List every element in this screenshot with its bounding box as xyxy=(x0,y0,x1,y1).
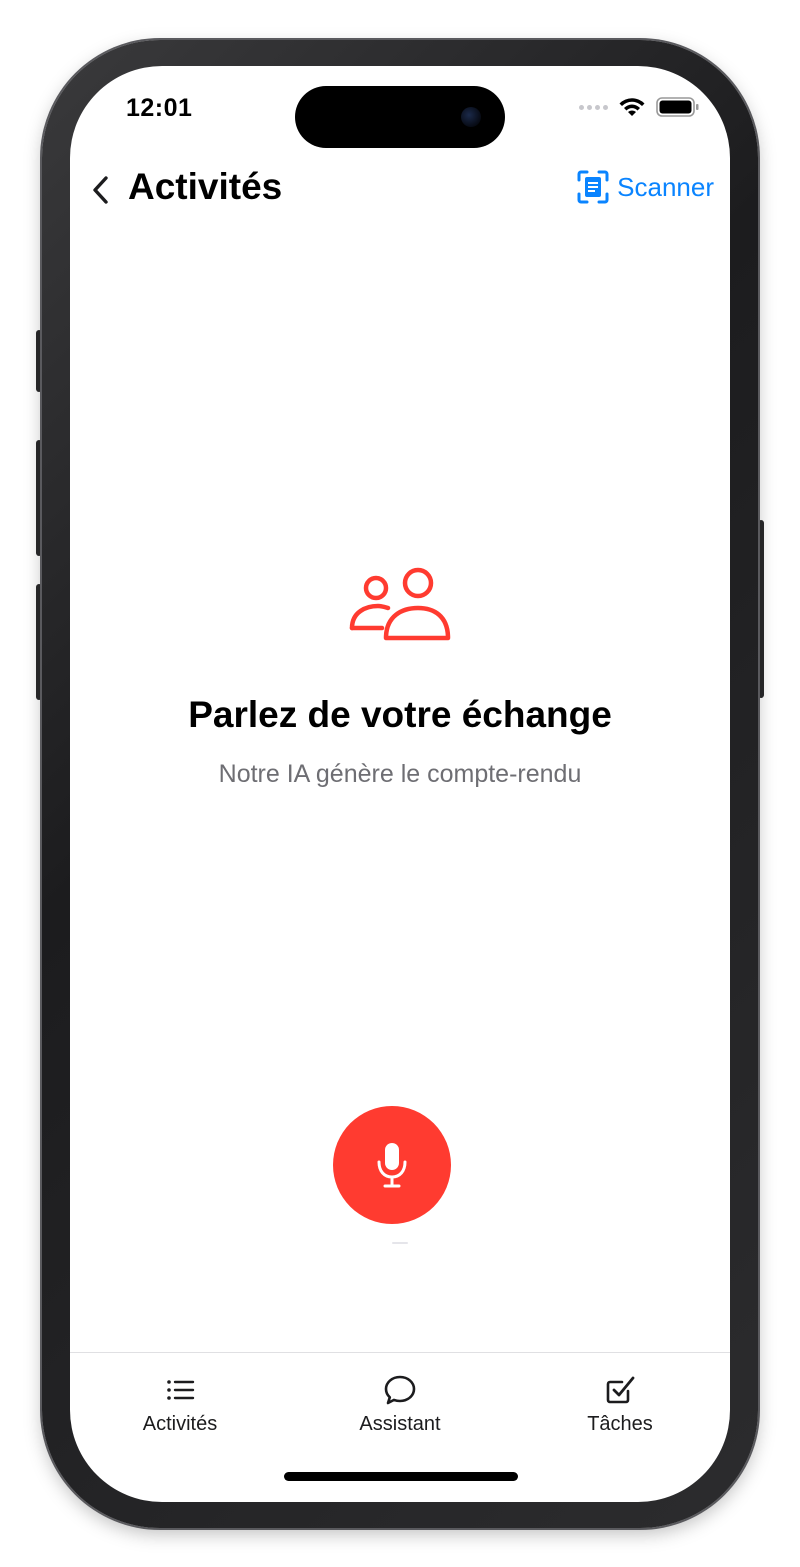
cellular-signal-icon xyxy=(579,104,608,110)
tab-label: Activités xyxy=(142,1413,218,1435)
tab-label: Assistant xyxy=(359,1413,441,1435)
empty-state: Parlez de votre échange Notre IA génère … xyxy=(70,566,730,789)
hero-subtitle: Notre IA génère le compte-rendu xyxy=(218,760,582,788)
microphone-icon xyxy=(377,1143,407,1188)
wifi-icon xyxy=(619,98,645,116)
navigation-bar: Activités Scanner xyxy=(70,162,730,218)
status-time: 12:01 xyxy=(126,94,193,122)
record-microphone-button[interactable] xyxy=(333,1106,451,1224)
device-canvas: 12:01 Activités Scanner Parlez de votre … xyxy=(0,0,800,1567)
dynamic-island xyxy=(295,86,505,148)
status-indicators xyxy=(579,96,700,118)
page-title: Activités xyxy=(128,166,283,207)
document-scan-icon xyxy=(577,170,609,204)
hero-title: Parlez de votre échange xyxy=(188,694,612,735)
tab-taches[interactable]: Tâches xyxy=(540,1373,700,1436)
recording-level-indicator xyxy=(392,1242,408,1244)
home-indicator[interactable] xyxy=(284,1472,518,1481)
scanner-button[interactable]: Scanner xyxy=(577,170,714,204)
list-icon xyxy=(167,1380,195,1400)
phone-screen: 12:01 Activités Scanner Parlez de votre … xyxy=(70,66,730,1502)
checkbox-icon xyxy=(606,1376,635,1404)
camera-lens-icon xyxy=(461,107,481,127)
tab-label: Tâches xyxy=(587,1413,653,1435)
power-button xyxy=(758,520,764,698)
back-chevron-icon[interactable] xyxy=(88,172,112,208)
tab-assistant[interactable]: Assistant xyxy=(320,1373,480,1436)
tab-activites[interactable]: Activités xyxy=(100,1373,260,1436)
scanner-label: Scanner xyxy=(617,171,714,202)
battery-icon xyxy=(656,97,699,117)
chat-bubble-icon xyxy=(384,1375,416,1405)
people-icon xyxy=(349,567,451,641)
